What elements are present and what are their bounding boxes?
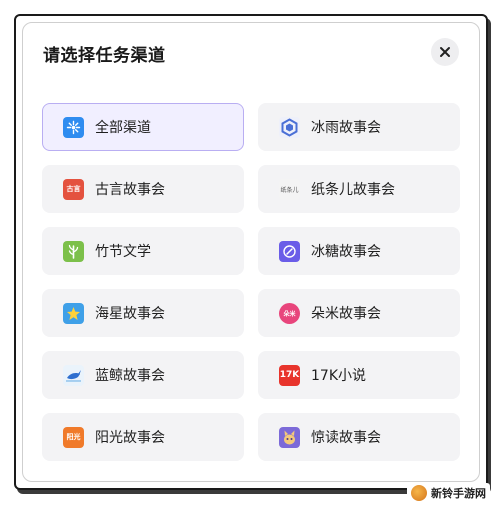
channel-option-guyan[interactable]: 古言 古言故事会 — [42, 165, 244, 213]
close-button[interactable] — [431, 38, 459, 66]
channel-label: 蓝鲸故事会 — [95, 368, 165, 384]
zhujie-logo-icon — [63, 240, 84, 262]
dialog-title: 请选择任务渠道 — [43, 46, 166, 66]
channel-option-jingdu[interactable]: 惊读故事会 — [258, 413, 460, 461]
channel-option-bingyu[interactable]: 冰雨故事会 — [258, 103, 460, 151]
yangguang-logo-icon: 阳光 — [63, 426, 84, 448]
all-channels-icon — [63, 116, 84, 138]
watermark: 新铃手游网 — [407, 483, 490, 503]
channel-option-all[interactable]: 全部渠道 — [42, 103, 244, 151]
zhitiaoer-logo-icon: 纸条儿 — [279, 178, 300, 200]
channel-label: 纸条儿故事会 — [311, 182, 395, 198]
channel-label: 古言故事会 — [95, 182, 165, 198]
channel-label: 全部渠道 — [95, 120, 151, 136]
channel-label: 惊读故事会 — [311, 430, 381, 446]
channel-label: 17K小说 — [311, 368, 366, 384]
channel-label: 阳光故事会 — [95, 430, 165, 446]
close-icon — [440, 47, 450, 57]
channel-label: 竹节文学 — [95, 244, 151, 260]
17k-logo-icon: 17K — [279, 364, 300, 386]
bingyu-logo-icon — [279, 116, 300, 138]
lanjing-logo-icon — [63, 364, 84, 386]
channel-label: 冰雨故事会 — [311, 120, 381, 136]
bingtang-logo-icon — [279, 240, 300, 262]
channel-option-haixing[interactable]: 海星故事会 — [42, 289, 244, 337]
channel-option-bingtang[interactable]: 冰糖故事会 — [258, 227, 460, 275]
watermark-logo-icon — [411, 485, 427, 501]
channel-option-17k[interactable]: 17K 17K小说 — [258, 351, 460, 399]
channel-select-dialog: 请选择任务渠道 全部渠道 冰雨故事会 古言 古言故事会 纸条儿 纸条儿故事会 竹… — [22, 22, 480, 482]
channel-option-duomi[interactable]: 朵米 朵米故事会 — [258, 289, 460, 337]
channel-option-zhitiaoer[interactable]: 纸条儿 纸条儿故事会 — [258, 165, 460, 213]
channel-label: 朵米故事会 — [311, 306, 381, 322]
channel-option-yangguang[interactable]: 阳光 阳光故事会 — [42, 413, 244, 461]
haixing-logo-icon — [63, 302, 84, 324]
channel-option-zhujie[interactable]: 竹节文学 — [42, 227, 244, 275]
channel-label: 冰糖故事会 — [311, 244, 381, 260]
watermark-text: 新铃手游网 — [431, 487, 486, 500]
duomi-logo-icon: 朵米 — [279, 302, 300, 324]
jingdu-logo-icon — [279, 426, 300, 448]
guyan-logo-icon: 古言 — [63, 178, 84, 200]
channel-grid: 全部渠道 冰雨故事会 古言 古言故事会 纸条儿 纸条儿故事会 竹节文学 冰糖故事… — [42, 103, 460, 461]
channel-label: 海星故事会 — [95, 306, 165, 322]
channel-option-lanjing[interactable]: 蓝鲸故事会 — [42, 351, 244, 399]
